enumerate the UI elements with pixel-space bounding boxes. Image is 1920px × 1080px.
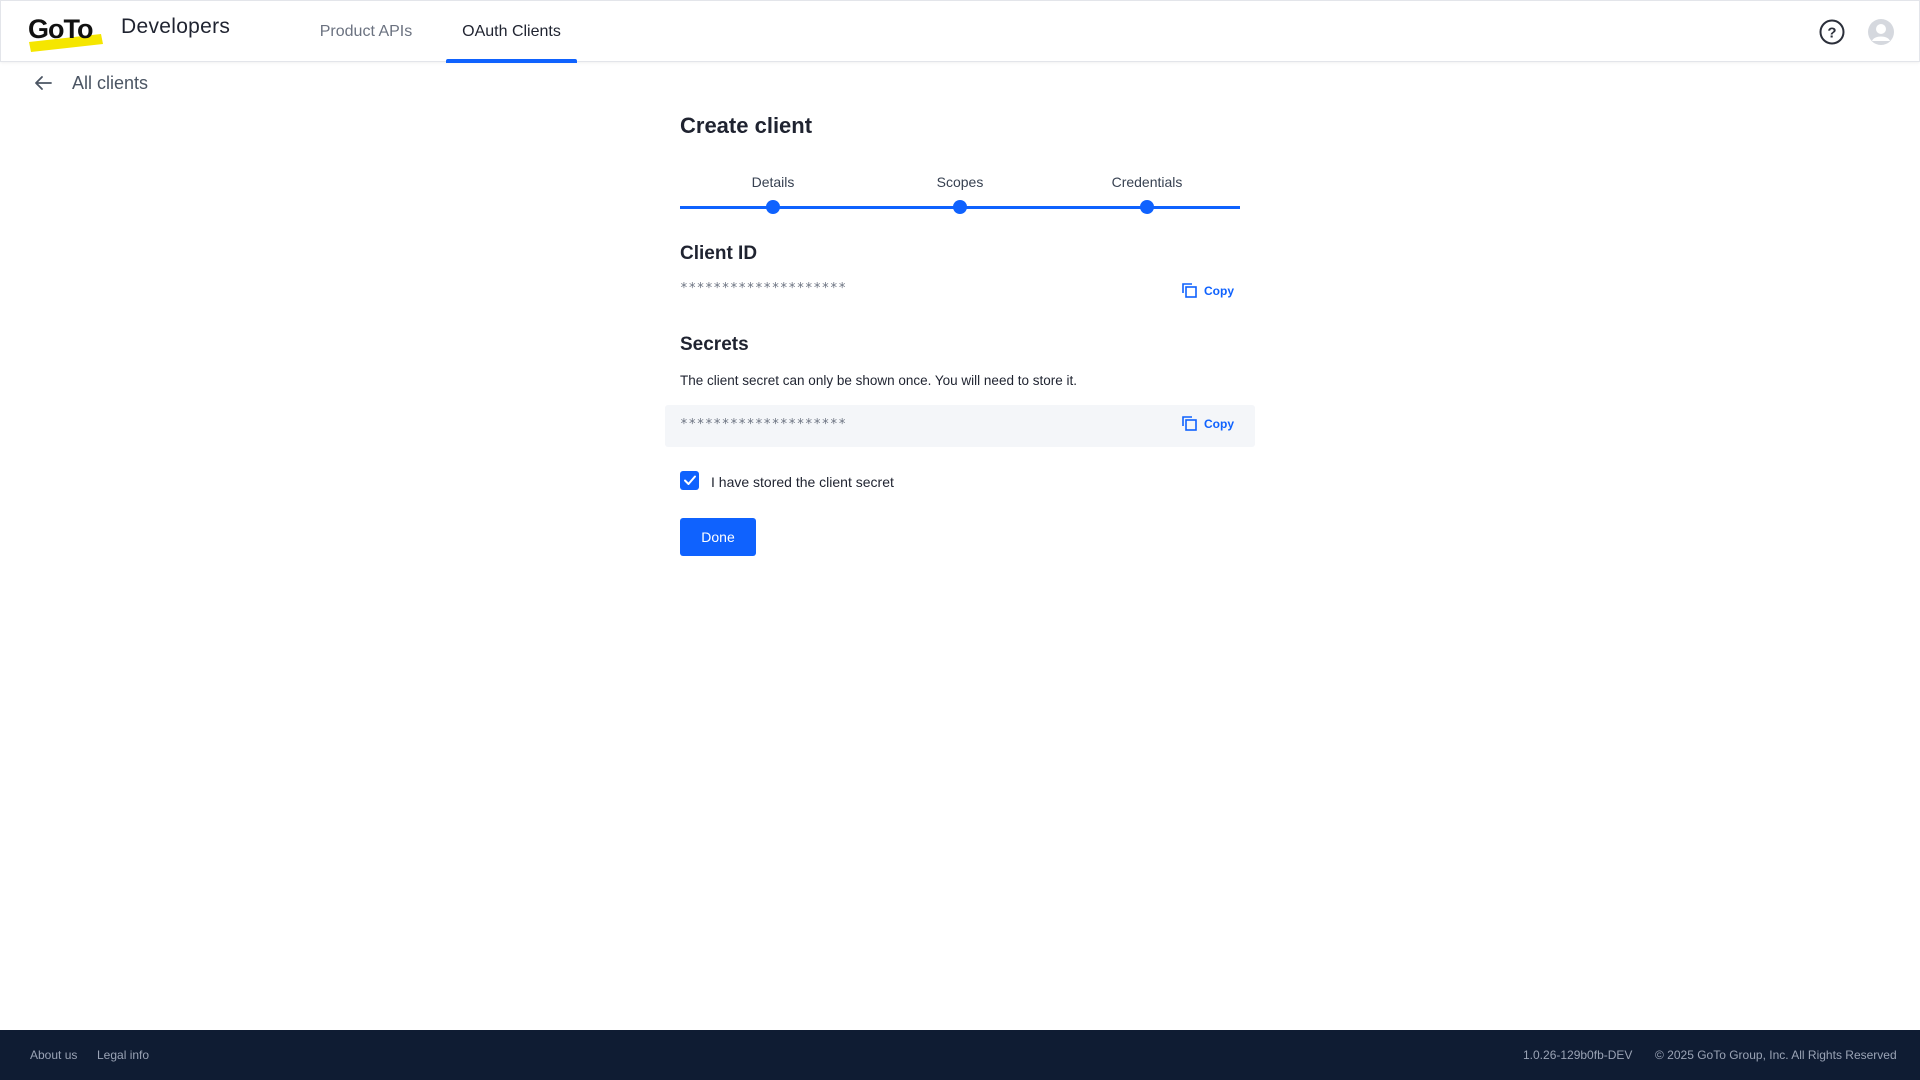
help-icon[interactable]: ? bbox=[1818, 18, 1846, 46]
version-label: 1.0.26-129b0fb-DEV bbox=[1523, 1048, 1633, 1062]
tab-product-apis[interactable]: Product APIs bbox=[311, 1, 421, 62]
top-navigation-bar: GoTo Developers Product APIs OAuth Clien… bbox=[0, 0, 1920, 63]
step-details: Details bbox=[713, 174, 833, 214]
copy-label: Copy bbox=[1204, 416, 1234, 431]
copyright-text: © 2025 GoTo Group, Inc. All Rights Reser… bbox=[1655, 1048, 1897, 1062]
goto-logo[interactable]: GoTo bbox=[27, 12, 105, 52]
tab-label: Product APIs bbox=[319, 23, 413, 40]
client-id-title: Client ID bbox=[680, 243, 758, 264]
step-scopes: Scopes bbox=[900, 174, 1020, 214]
page-title: Create client bbox=[680, 113, 813, 138]
arrow-left-icon bbox=[35, 76, 52, 90]
copy-client-id-button[interactable]: Copy bbox=[1181, 282, 1234, 299]
brand-name: Developers bbox=[121, 15, 231, 38]
step-dot bbox=[766, 200, 780, 214]
svg-text:?: ? bbox=[1827, 25, 1836, 42]
step-dot bbox=[1140, 200, 1154, 214]
avatar[interactable] bbox=[1867, 18, 1895, 46]
stored-secret-checkbox[interactable] bbox=[680, 470, 699, 490]
back-link-label: All clients bbox=[72, 72, 149, 93]
stored-secret-label: I have stored the client secret bbox=[711, 474, 894, 490]
tab-label: OAuth Clients bbox=[462, 23, 561, 40]
secrets-title: Secrets bbox=[680, 334, 749, 355]
stored-secret-row: I have stored the client secret bbox=[680, 470, 894, 490]
active-tab-indicator bbox=[446, 59, 577, 63]
done-button[interactable]: Done bbox=[680, 518, 756, 556]
step-label: Scopes bbox=[936, 174, 984, 190]
back-to-all-clients-link[interactable]: All clients bbox=[32, 70, 148, 96]
copy-icon bbox=[1182, 283, 1197, 298]
tab-oauth-clients[interactable]: OAuth Clients bbox=[446, 1, 577, 63]
about-us-link[interactable]: About us bbox=[30, 1048, 77, 1062]
legal-info-link[interactable]: Legal info bbox=[97, 1048, 149, 1062]
copy-secret-button[interactable]: Copy bbox=[1181, 415, 1234, 432]
footer: About us Legal info 1.0.26-129b0fb-DEV ©… bbox=[0, 1030, 1920, 1080]
svg-text:GoTo: GoTo bbox=[28, 14, 93, 44]
step-label: Credentials bbox=[1111, 174, 1183, 190]
step-label: Details bbox=[751, 174, 795, 190]
secret-hint: The client secret can only be shown once… bbox=[680, 373, 1077, 388]
copy-icon bbox=[1182, 416, 1197, 431]
checkmark-icon bbox=[683, 475, 696, 485]
step-dot bbox=[953, 200, 967, 214]
client-secret-value: ******************** bbox=[680, 417, 847, 432]
copy-label: Copy bbox=[1204, 283, 1234, 298]
progress-stepper: Details Scopes Credentials bbox=[680, 174, 1240, 214]
step-credentials: Credentials bbox=[1087, 174, 1207, 214]
client-id-value: ******************** bbox=[680, 281, 847, 296]
